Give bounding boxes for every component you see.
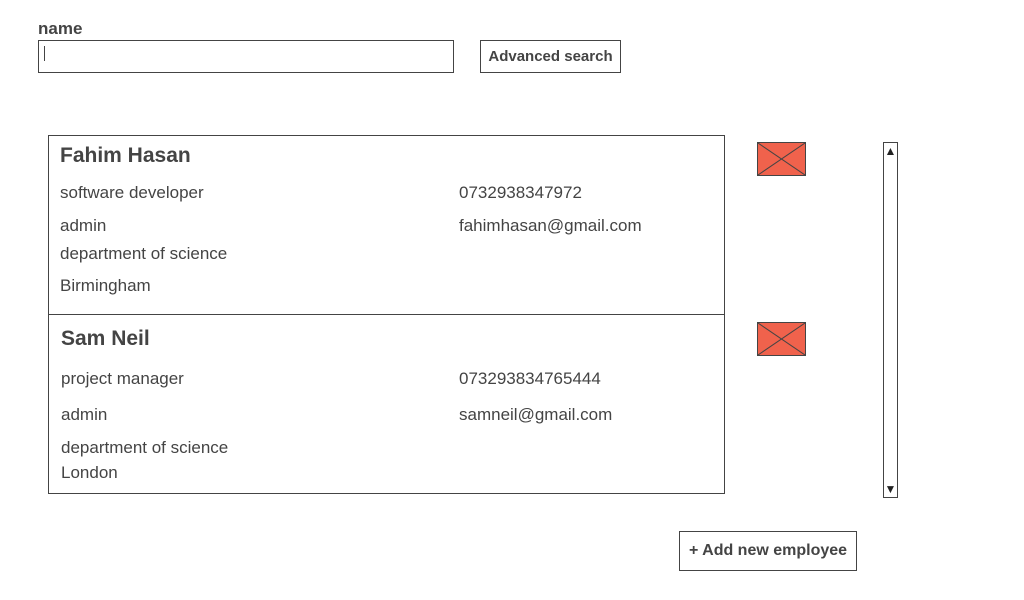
employee-phone: 0732938347972 (459, 183, 582, 202)
employee-card[interactable]: Fahim Hasan software developer 073293834… (49, 136, 724, 315)
vertical-scrollbar[interactable]: ▲ ▼ (883, 142, 898, 498)
scroll-up-arrow-icon[interactable]: ▲ (884, 145, 897, 157)
employee-list: Fahim Hasan software developer 073293834… (48, 135, 725, 494)
name-label: name (38, 19, 83, 38)
employee-department: department of science (60, 244, 228, 263)
employee-city: London (61, 463, 118, 482)
employee-department: department of science (61, 438, 229, 457)
employee-name: Fahim Hasan (60, 144, 191, 167)
advanced-search-button[interactable]: Advanced search (480, 40, 621, 73)
envelope-icon[interactable] (757, 142, 806, 176)
employee-access: admin (61, 405, 108, 424)
employee-card[interactable]: Sam Neil project manager 073293834765444… (49, 315, 724, 493)
employee-phone: 073293834765444 (459, 369, 601, 388)
envelope-icon[interactable] (757, 322, 806, 356)
name-search-input[interactable] (38, 40, 454, 73)
employee-email: fahimhasan@gmail.com (459, 216, 642, 235)
employee-role: software developer (60, 183, 204, 202)
add-new-employee-button[interactable]: + Add new employee (679, 531, 857, 571)
employee-role: project manager (61, 369, 184, 388)
employee-email: samneil@gmail.com (459, 405, 613, 424)
scroll-down-arrow-icon[interactable]: ▼ (884, 483, 897, 495)
employee-access: admin (60, 216, 107, 235)
text-caret (44, 46, 45, 61)
employee-name: Sam Neil (61, 327, 150, 350)
employee-city: Birmingham (60, 276, 151, 295)
